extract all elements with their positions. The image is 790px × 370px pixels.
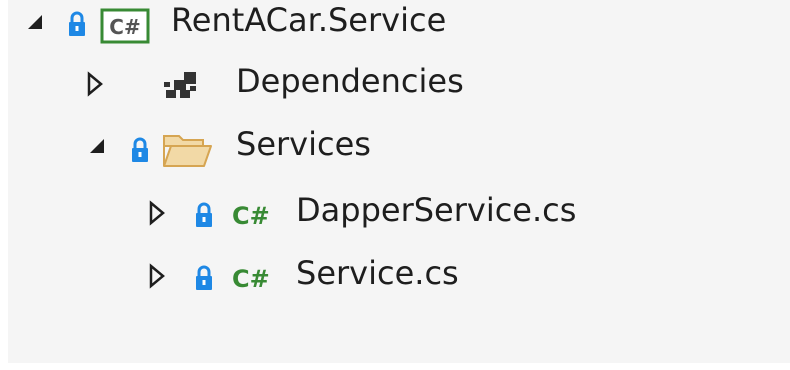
collapsed-arrow-icon[interactable] <box>86 71 104 97</box>
dependencies-icon <box>160 70 200 100</box>
collapsed-arrow-icon[interactable] <box>148 200 166 226</box>
tree-item-label: RentACar.Service <box>171 1 447 39</box>
lock-icon <box>195 202 213 228</box>
tree-item-services-folder[interactable]: Services <box>8 124 790 174</box>
csharp-file-icon: C# <box>232 261 278 295</box>
tree-item-project[interactable]: C# RentACar.Service <box>8 0 790 50</box>
tree-item-label: Services <box>236 125 371 163</box>
lock-icon <box>68 11 86 37</box>
tree-item-label: DapperService.cs <box>296 191 577 229</box>
tree-item-label: Dependencies <box>236 62 464 100</box>
tree-item-file[interactable]: C# Service.cs <box>8 251 790 301</box>
expanded-arrow-icon[interactable] <box>88 137 106 155</box>
lock-icon <box>195 265 213 291</box>
folder-open-icon <box>161 130 213 170</box>
csharp-project-icon: C# <box>100 8 150 44</box>
tree-item-dependencies[interactable]: Dependencies <box>8 60 790 110</box>
csharp-file-icon: C# <box>232 198 278 232</box>
tree-item-file[interactable]: C# DapperService.cs <box>8 190 790 240</box>
csharp-badge-text: C# <box>109 15 140 39</box>
csharp-file-icon-text: C# <box>232 202 270 230</box>
solution-explorer-panel: C# RentACar.Service Dependencies Service… <box>8 0 790 363</box>
csharp-file-icon-text: C# <box>232 265 270 293</box>
tree-item-label: Service.cs <box>296 254 459 292</box>
expanded-arrow-icon[interactable] <box>26 13 44 31</box>
lock-icon <box>131 137 149 163</box>
collapsed-arrow-icon[interactable] <box>148 263 166 289</box>
